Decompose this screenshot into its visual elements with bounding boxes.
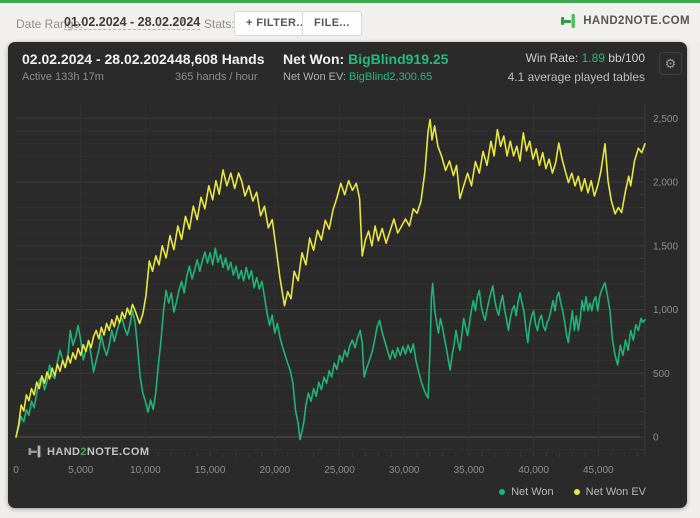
hands-count: 48,608 Hands: [175, 51, 265, 67]
legend-item-net-won-ev[interactable]: Net Won EV: [573, 486, 646, 498]
legend-item-net-won[interactable]: Net Won: [499, 486, 554, 498]
hands-per-hour: 365 hands / hour: [175, 71, 258, 83]
svg-text:20,000: 20,000: [260, 465, 291, 476]
legend-label-net-won-ev: Net Won EV: [585, 486, 646, 498]
hand2note-logo-icon: [561, 14, 576, 28]
net-won-label: Net Won:: [283, 51, 349, 67]
net-won-line: Net Won: BigBlind919.25: [283, 51, 448, 67]
svg-text:500: 500: [653, 369, 670, 380]
report-date-range: 02.02.2024 - 28.02.2024: [22, 51, 175, 67]
watermark-post: NOTE.COM: [86, 445, 150, 458]
svg-text:35,000: 35,000: [454, 465, 485, 476]
net-won-dot-icon: [499, 489, 506, 495]
chart-area: 0 5,000 10,000 15,000 20,000 25,000 30,000 35,0…: [8, 100, 687, 480]
watermark-text: HAND2NOTE.COM: [47, 446, 149, 458]
top-toolbar: Date Range: 01.02.2024 - 28.02.2024 ▾ St…: [0, 3, 700, 42]
svg-text:1,000: 1,000: [653, 305, 678, 316]
svg-text:10,000: 10,000: [130, 465, 161, 476]
legend-label-net-won: Net Won: [511, 486, 554, 498]
brand-logo: HAND2NOTE.COM: [560, 13, 690, 29]
avg-tables: 4.1 average played tables: [507, 70, 645, 84]
stat-net-won: Net Won: BigBlind919.25 Net Won EV: BigB…: [283, 51, 448, 83]
chart-watermark: HAND2NOTE.COM: [28, 445, 149, 458]
svg-text:15,000: 15,000: [195, 465, 226, 476]
stat-date-range: 02.02.2024 - 28.02.2024 Active 133h 17m: [22, 51, 175, 83]
win-rate-unit: bb/100: [604, 51, 645, 65]
session-report-panel: 02.02.2024 - 28.02.2024 Active 133h 17m …: [8, 42, 687, 508]
watermark-logo-icon: [28, 445, 41, 458]
svg-text:2,000: 2,000: [653, 178, 678, 189]
svg-text:1,500: 1,500: [653, 241, 678, 252]
file-button[interactable]: FILE...: [302, 11, 362, 36]
svg-text:0: 0: [653, 433, 659, 444]
gear-icon[interactable]: ⚙: [659, 52, 682, 75]
svg-text:0: 0: [13, 465, 19, 476]
active-time: Active 133h 17m: [22, 71, 104, 83]
winnings-chart: 0 5,000 10,000 15,000 20,000 25,000 30,000 35,0…: [13, 103, 678, 476]
brand-text: HAND2NOTE.COM: [583, 15, 690, 27]
win-rate-line: Win Rate: 1.89 bb/100: [508, 51, 645, 65]
svg-text:5,000: 5,000: [68, 465, 93, 476]
watermark-pre: HAND: [47, 445, 81, 458]
svg-text:2,500: 2,500: [653, 114, 678, 125]
net-won-ev-dot-icon: [573, 489, 580, 495]
win-rate-label: Win Rate:: [525, 51, 582, 65]
svg-text:30,000: 30,000: [389, 465, 420, 476]
win-rate-value: 1.89: [581, 51, 605, 65]
svg-text:45,000: 45,000: [583, 465, 614, 476]
chart-legend: Net Won Net Won EV: [499, 486, 646, 498]
stat-win-rate: Win Rate: 1.89 bb/100 4.1 average played…: [508, 51, 645, 84]
svg-text:25,000: 25,000: [324, 465, 355, 476]
net-won-ev-label: Net Won EV:: [283, 71, 350, 83]
svg-text:40,000: 40,000: [518, 465, 549, 476]
chevron-down-icon: ▾: [180, 16, 185, 26]
stat-hands: 48,608 Hands 365 hands / hour: [175, 51, 265, 83]
net-won-ev-line: Net Won EV: BigBlind2,300.65: [283, 71, 448, 83]
net-won-value: BigBlind919.25: [348, 51, 449, 67]
net-won-ev-value: BigBlind2,300.65: [349, 71, 433, 83]
stats-label: Stats:: [204, 17, 235, 31]
